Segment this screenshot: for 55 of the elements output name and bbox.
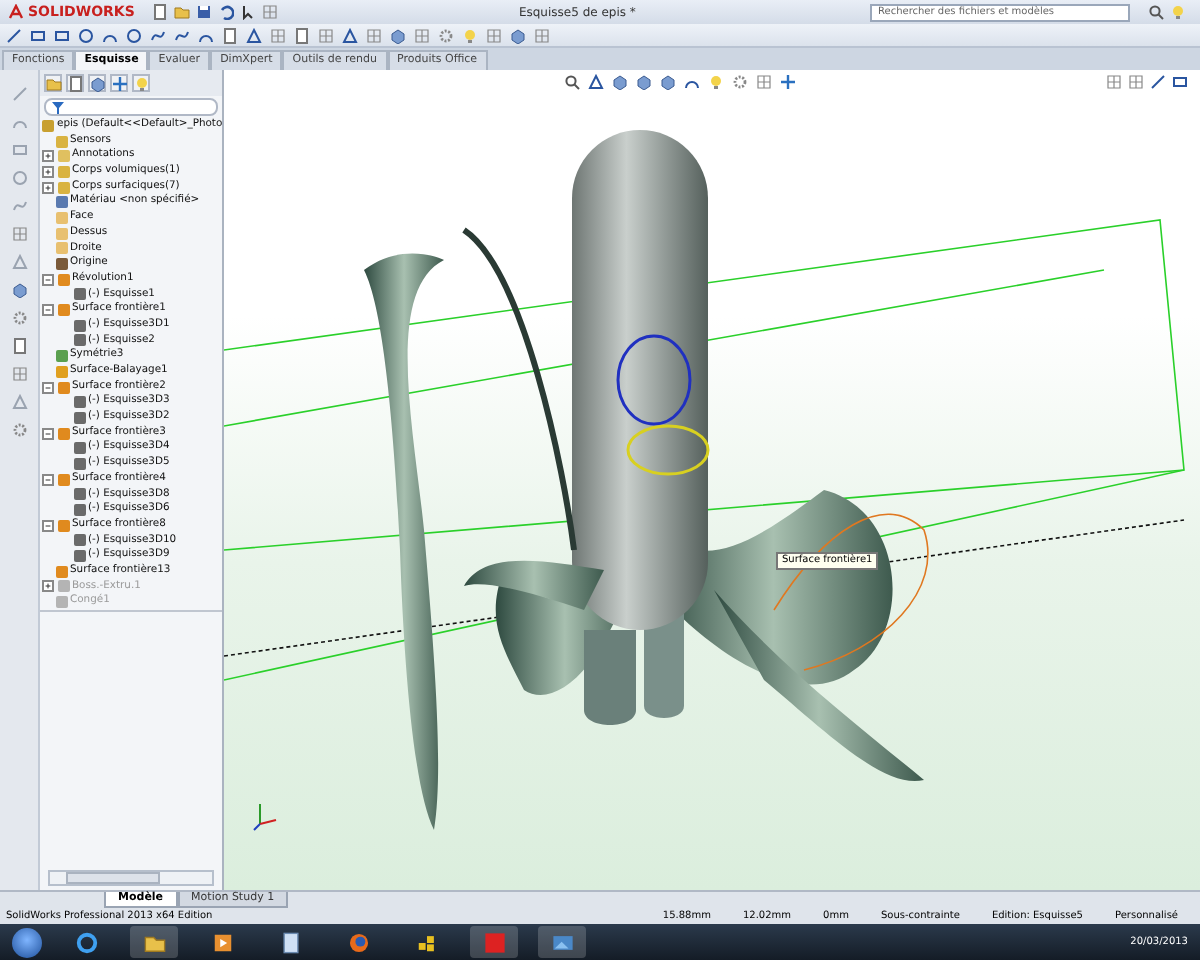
circle-icon[interactable] bbox=[78, 27, 94, 43]
grid-icon[interactable] bbox=[318, 27, 334, 43]
ball-icon bbox=[133, 75, 149, 91]
filter-field[interactable] bbox=[44, 98, 218, 116]
grid-icon[interactable] bbox=[414, 27, 430, 43]
undo-icon[interactable] bbox=[218, 4, 235, 20]
grid-icon[interactable] bbox=[11, 366, 27, 382]
dimxpert-tab[interactable] bbox=[110, 74, 128, 92]
axis-triad-icon bbox=[252, 800, 280, 832]
triangle-icon[interactable] bbox=[342, 27, 358, 43]
triangle-icon[interactable] bbox=[588, 74, 604, 90]
expand-icon[interactable] bbox=[42, 181, 54, 194]
move-icon[interactable] bbox=[780, 74, 796, 90]
page-icon[interactable] bbox=[11, 338, 27, 354]
circle-icon[interactable] bbox=[126, 27, 142, 43]
expand-icon[interactable] bbox=[42, 580, 54, 593]
logo-icon bbox=[8, 4, 24, 20]
collapse-icon[interactable] bbox=[42, 427, 54, 440]
search-icon[interactable] bbox=[1148, 4, 1164, 20]
search-icon[interactable] bbox=[564, 74, 580, 90]
new-document-icon[interactable] bbox=[152, 4, 169, 20]
grid-icon[interactable] bbox=[486, 27, 502, 43]
grid-icon[interactable] bbox=[1106, 74, 1122, 90]
collapse-icon[interactable] bbox=[42, 473, 54, 486]
bulb-icon[interactable] bbox=[708, 74, 724, 90]
minimize-icon[interactable] bbox=[1150, 74, 1166, 90]
grid-icon[interactable] bbox=[534, 27, 550, 43]
page-icon[interactable] bbox=[222, 27, 238, 43]
grid-icon[interactable] bbox=[1128, 74, 1144, 90]
scroll-bar[interactable] bbox=[48, 870, 214, 886]
grid-icon[interactable] bbox=[366, 27, 382, 43]
feature-tree-tab[interactable] bbox=[44, 74, 62, 92]
save-icon[interactable] bbox=[196, 4, 213, 20]
crosshair-icon bbox=[111, 75, 127, 91]
tree-icon bbox=[45, 75, 61, 91]
bulb-icon[interactable] bbox=[462, 27, 478, 43]
restore-icon[interactable] bbox=[1172, 74, 1188, 90]
bulb-icon[interactable] bbox=[1170, 4, 1186, 20]
grid-icon[interactable] bbox=[270, 27, 286, 43]
page-icon bbox=[67, 75, 83, 91]
triangle-icon[interactable] bbox=[246, 27, 262, 43]
collapse-icon[interactable] bbox=[42, 273, 54, 286]
picture-viewer-icon[interactable] bbox=[538, 926, 586, 958]
expand-icon[interactable] bbox=[42, 150, 54, 163]
property-tab[interactable] bbox=[66, 74, 84, 92]
collapse-icon[interactable] bbox=[42, 381, 54, 394]
start-button[interactable] bbox=[12, 927, 42, 957]
line-icon[interactable] bbox=[6, 27, 22, 43]
grid-icon[interactable] bbox=[11, 226, 27, 242]
expand-icon[interactable] bbox=[42, 165, 54, 178]
collapse-icon[interactable] bbox=[42, 519, 54, 532]
page-icon[interactable] bbox=[294, 27, 310, 43]
display-tab[interactable] bbox=[132, 74, 150, 92]
collapse-icon[interactable] bbox=[42, 304, 54, 317]
grid-icon[interactable] bbox=[756, 74, 772, 90]
